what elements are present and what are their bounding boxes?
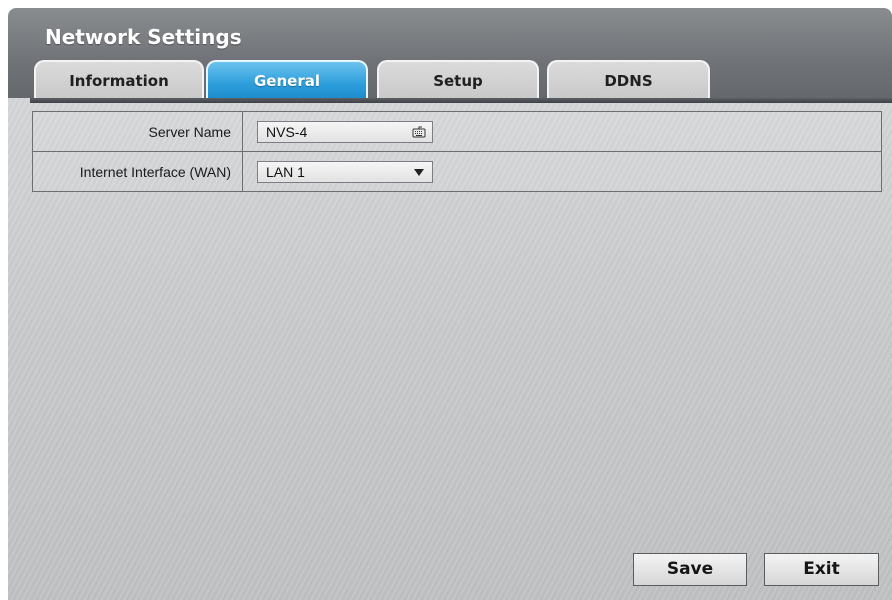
server-name-cell: NVS-4: [242, 111, 882, 152]
server-name-label: Server Name: [32, 111, 243, 152]
save-button[interactable]: Save: [633, 553, 747, 586]
server-name-value: NVS-4: [266, 123, 308, 140]
server-name-row: Server Name NVS-4: [32, 111, 882, 152]
wan-select[interactable]: LAN 1: [257, 160, 433, 183]
window-title: Network Settings: [45, 25, 242, 49]
wan-cell: LAN 1: [242, 151, 882, 192]
network-settings-window: Network Settings Information General Set…: [8, 8, 892, 600]
tab-ddns-label: DDNS: [604, 72, 653, 90]
tab-information-label: Information: [69, 72, 169, 90]
tab-setup-label: Setup: [433, 72, 483, 90]
settings-form: Server Name NVS-4 Internet Interface (WA…: [32, 111, 882, 192]
wan-row: Internet Interface (WAN) LAN 1: [32, 151, 882, 192]
tab-general[interactable]: General: [206, 60, 368, 102]
tab-information[interactable]: Information: [34, 60, 204, 102]
dropdown-arrow-icon[interactable]: [412, 165, 426, 179]
keyboard-icon[interactable]: [412, 125, 426, 139]
exit-button[interactable]: Exit: [764, 553, 879, 586]
wan-value: LAN 1: [266, 163, 305, 180]
server-name-input[interactable]: NVS-4: [257, 120, 433, 143]
tab-bar-divider: [30, 98, 892, 103]
tab-general-label: General: [254, 72, 320, 90]
tab-setup[interactable]: Setup: [377, 60, 539, 102]
tab-ddns[interactable]: DDNS: [547, 60, 710, 102]
wan-label: Internet Interface (WAN): [32, 151, 243, 192]
